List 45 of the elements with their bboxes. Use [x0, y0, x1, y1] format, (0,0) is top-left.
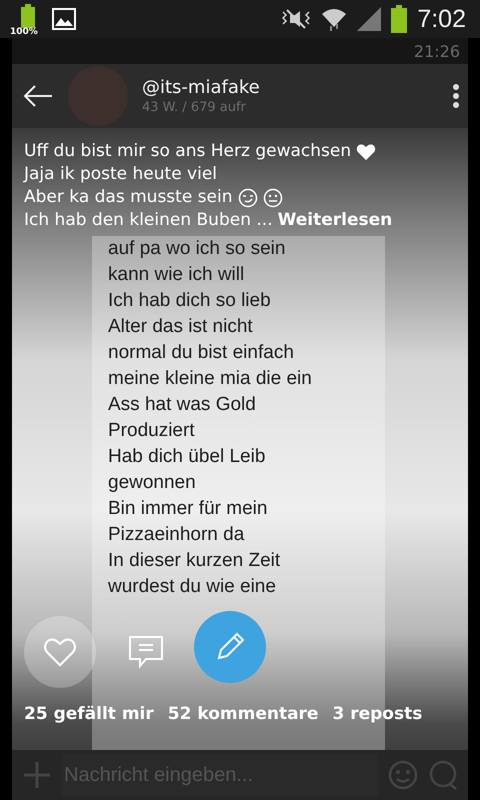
message-text: normal du bist einfach [108, 341, 295, 365]
comment-icon [128, 635, 164, 669]
chat-icon[interactable] [428, 760, 458, 790]
user-stats: 43 W. / 679 aufr [142, 100, 246, 115]
heart-icon [356, 142, 376, 160]
image-icon [52, 8, 76, 30]
message-text: In dieser kurzen Zeit [108, 549, 282, 573]
message-text: Ich hab dich so lieb [108, 289, 272, 313]
caption-text: Jaja ik poste heute viel [24, 163, 218, 186]
message-text: Hab dich übel Leib [108, 445, 266, 469]
neutral-face-icon [262, 188, 282, 208]
smiley-icon[interactable] [388, 760, 418, 790]
battery-icon [391, 5, 408, 33]
vibrate-muted-icon [281, 8, 312, 30]
message-text: gewonnen [108, 471, 197, 495]
signal-icon [357, 7, 382, 31]
menu-button[interactable] [452, 83, 460, 109]
clock: 7:02 [417, 4, 466, 34]
reposts-count[interactable]: 3 reposts [332, 704, 422, 724]
message-text: meine kleine mia die ein [108, 367, 313, 391]
battery-icon [21, 4, 35, 28]
message-text: Bin immer für mein [108, 497, 268, 521]
back-icon [22, 84, 54, 108]
message-text: Alter das ist nicht [108, 315, 254, 339]
smirk-face-icon [238, 188, 258, 208]
read-more-link[interactable]: Weiterlesen [278, 209, 392, 232]
message-text: kann wie ich will [108, 263, 246, 287]
plus-icon[interactable] [22, 760, 52, 790]
message-text: auf pa wo ich so sein [108, 237, 286, 261]
heart-icon [42, 636, 78, 668]
message-text: Produziert [108, 419, 196, 443]
message-text: wurdest du wie eine [108, 575, 277, 599]
likes-count[interactable]: 25 gefällt mir [24, 704, 154, 724]
more-icon [452, 83, 460, 109]
message-text: Ass hat was Gold [108, 393, 257, 417]
clock: 21:26 [414, 42, 460, 60]
battery-percent: 100% [10, 27, 38, 37]
caption-text: Uff du bist mir so ans Herz gewachsen [24, 140, 352, 163]
username[interactable]: @its-miafake [142, 77, 260, 98]
wifi-icon [321, 6, 348, 32]
message-text: Pizzaeinhorn da [108, 523, 246, 547]
caption-text: Aber ka das musste sein [24, 186, 232, 209]
comments-count[interactable]: 52 kommentare [168, 704, 318, 724]
back-button[interactable] [22, 84, 54, 108]
caption-text: Ich hab den kleinen Buben ... [24, 209, 273, 232]
